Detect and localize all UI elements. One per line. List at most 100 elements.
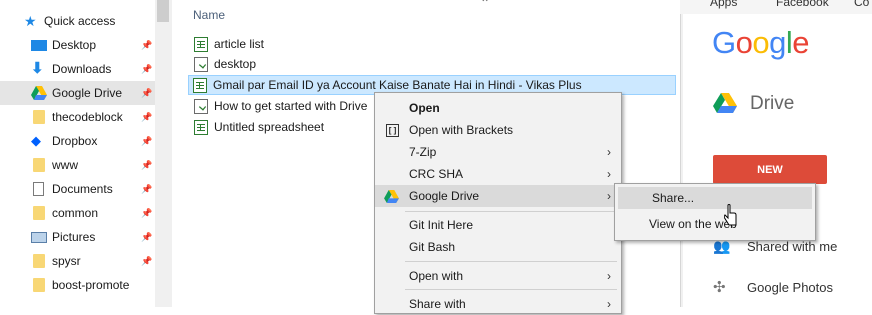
nav-item-dropbox[interactable]: ◆ Dropbox 📌 (0, 129, 155, 153)
bookmark-apps[interactable]: Apps (710, 0, 737, 9)
chevron-right-icon: › (607, 269, 611, 283)
pin-icon: 📌 (141, 40, 153, 50)
file-name: Gmail par Email ID ya Account Kaise Bana… (213, 78, 582, 92)
nav-label: Google Drive (52, 86, 123, 100)
navigation-pane: ★ Quick access Desktop 📌 ⬇ Downloads 📌 G… (0, 0, 155, 307)
shared-with-me-label: Shared with me (747, 239, 838, 254)
menu-separator (405, 261, 617, 262)
spreadsheet-icon (193, 77, 207, 93)
document-icon (194, 56, 208, 72)
scrollbar-thumb[interactable] (157, 0, 169, 22)
bookmark-facebook[interactable]: Facebook (776, 0, 829, 9)
google-photos-item[interactable]: ✣ Google Photos (713, 278, 833, 296)
nav-item-documents[interactable]: Documents 📌 (0, 177, 155, 201)
nav-label: boost-promote (52, 278, 130, 292)
nav-item-desktop[interactable]: Desktop 📌 (0, 33, 155, 57)
nav-label: thecodeblock (52, 110, 123, 124)
menu-item-google-drive[interactable]: Google Drive › (375, 185, 621, 207)
cursor-icon (724, 204, 737, 226)
pin-icon: 📌 (141, 208, 153, 218)
nav-label: common (52, 206, 99, 220)
menu-item-open[interactable]: Open (375, 97, 621, 119)
pictures-icon (31, 232, 47, 243)
bookmark-co[interactable]: Co (854, 0, 869, 9)
photos-icon: ✣ (713, 279, 726, 296)
google-drive-icon (713, 93, 737, 113)
menu-item-open-with[interactable]: Open with › (375, 265, 621, 287)
nav-item-www[interactable]: www 📌 (0, 153, 155, 177)
file-row[interactable]: Untitled spreadsheet (190, 117, 390, 137)
nav-item-thecodeblock[interactable]: thecodeblock 📌 (0, 105, 155, 129)
google-photos-label: Google Photos (747, 279, 834, 295)
chevron-right-icon: › (607, 167, 611, 181)
file-name: desktop (214, 57, 257, 71)
document-icon (194, 98, 208, 114)
menu-label: Share with (409, 297, 466, 311)
context-menu: Open [ ] Open with Brackets 7-Zip › CRC … (374, 92, 622, 314)
menu-item-open-with-brackets[interactable]: [ ] Open with Brackets (375, 119, 621, 141)
nav-label: Downloads (52, 62, 112, 76)
google-drive-icon (384, 190, 399, 203)
menu-item-share-with[interactable]: Share with › (375, 293, 621, 315)
menu-label: Open with (409, 269, 464, 283)
spreadsheet-icon (194, 36, 208, 52)
folder-icon (33, 158, 45, 172)
google-logo: Google (712, 25, 810, 60)
nav-item-quick-access[interactable]: ★ Quick access (0, 9, 155, 33)
file-row[interactable]: desktop (190, 54, 390, 74)
menu-separator (405, 289, 617, 290)
nav-item-pictures[interactable]: Pictures 📌 (0, 225, 155, 249)
drive-title: Drive (750, 93, 795, 114)
folder-icon (33, 110, 45, 124)
nav-item-boost-promote[interactable]: boost-promote (0, 273, 155, 297)
nav-label: Desktop (52, 38, 97, 52)
nav-label: www (52, 158, 78, 172)
menu-label: 7-Zip (409, 145, 437, 159)
nav-item-google-drive[interactable]: Google Drive 📌 (0, 81, 155, 105)
nav-label: Pictures (52, 230, 96, 244)
download-icon: ⬇ (31, 60, 44, 77)
nav-label: Documents (52, 182, 113, 196)
menu-label: Google Drive (409, 189, 480, 203)
nav-scrollbar[interactable] (155, 0, 172, 307)
folder-icon (33, 254, 45, 268)
documents-icon (33, 182, 44, 196)
nav-label: Quick access (44, 14, 116, 28)
menu-item-7zip[interactable]: 7-Zip › (375, 141, 621, 163)
menu-item-git-init[interactable]: Git Init Here (375, 214, 621, 236)
star-icon: ★ (24, 13, 37, 29)
google-drive-submenu: Share... View on the web (614, 183, 816, 241)
menu-item-view-on-web[interactable]: View on the web (615, 213, 815, 235)
pin-icon: 📌 (141, 160, 153, 170)
bookmarks-bar: Apps Facebook Co (680, 0, 872, 14)
file-row[interactable]: article list (190, 34, 390, 54)
chevron-right-icon: › (607, 145, 611, 159)
menu-label: Open (409, 101, 440, 115)
new-button[interactable]: NEW (713, 155, 827, 184)
menu-item-git-bash[interactable]: Git Bash (375, 236, 621, 258)
brackets-icon: [ ] (386, 123, 399, 137)
chevron-right-icon: › (607, 189, 611, 203)
menu-label: Open with Brackets (409, 123, 514, 137)
file-name: Untitled spreadsheet (214, 120, 325, 134)
pin-icon: 📌 (141, 64, 153, 74)
pin-icon: 📌 (141, 232, 153, 242)
chevron-right-icon: › (607, 297, 611, 311)
menu-item-share[interactable]: Share... (618, 187, 812, 209)
column-header-name[interactable]: Name (193, 8, 225, 22)
pin-icon: 📌 (141, 88, 153, 98)
pin-icon: 📌 (141, 256, 153, 266)
pin-icon: 📌 (141, 136, 153, 146)
menu-item-crc-sha[interactable]: CRC SHA › (375, 163, 621, 185)
pin-icon: 📌 (141, 112, 153, 122)
file-name: article list (214, 37, 265, 51)
nav-label: spysr (52, 254, 81, 268)
menu-label: Git Init Here (409, 218, 474, 232)
nav-item-spysr[interactable]: spysr 📌 (0, 249, 155, 273)
file-row[interactable]: How to get started with Drive (190, 96, 390, 116)
dropbox-icon: ◆ (31, 133, 41, 148)
nav-item-common[interactable]: common 📌 (0, 201, 155, 225)
menu-separator (405, 211, 617, 212)
nav-item-downloads[interactable]: ⬇ Downloads 📌 (0, 57, 155, 81)
file-name: How to get started with Drive (214, 99, 368, 113)
